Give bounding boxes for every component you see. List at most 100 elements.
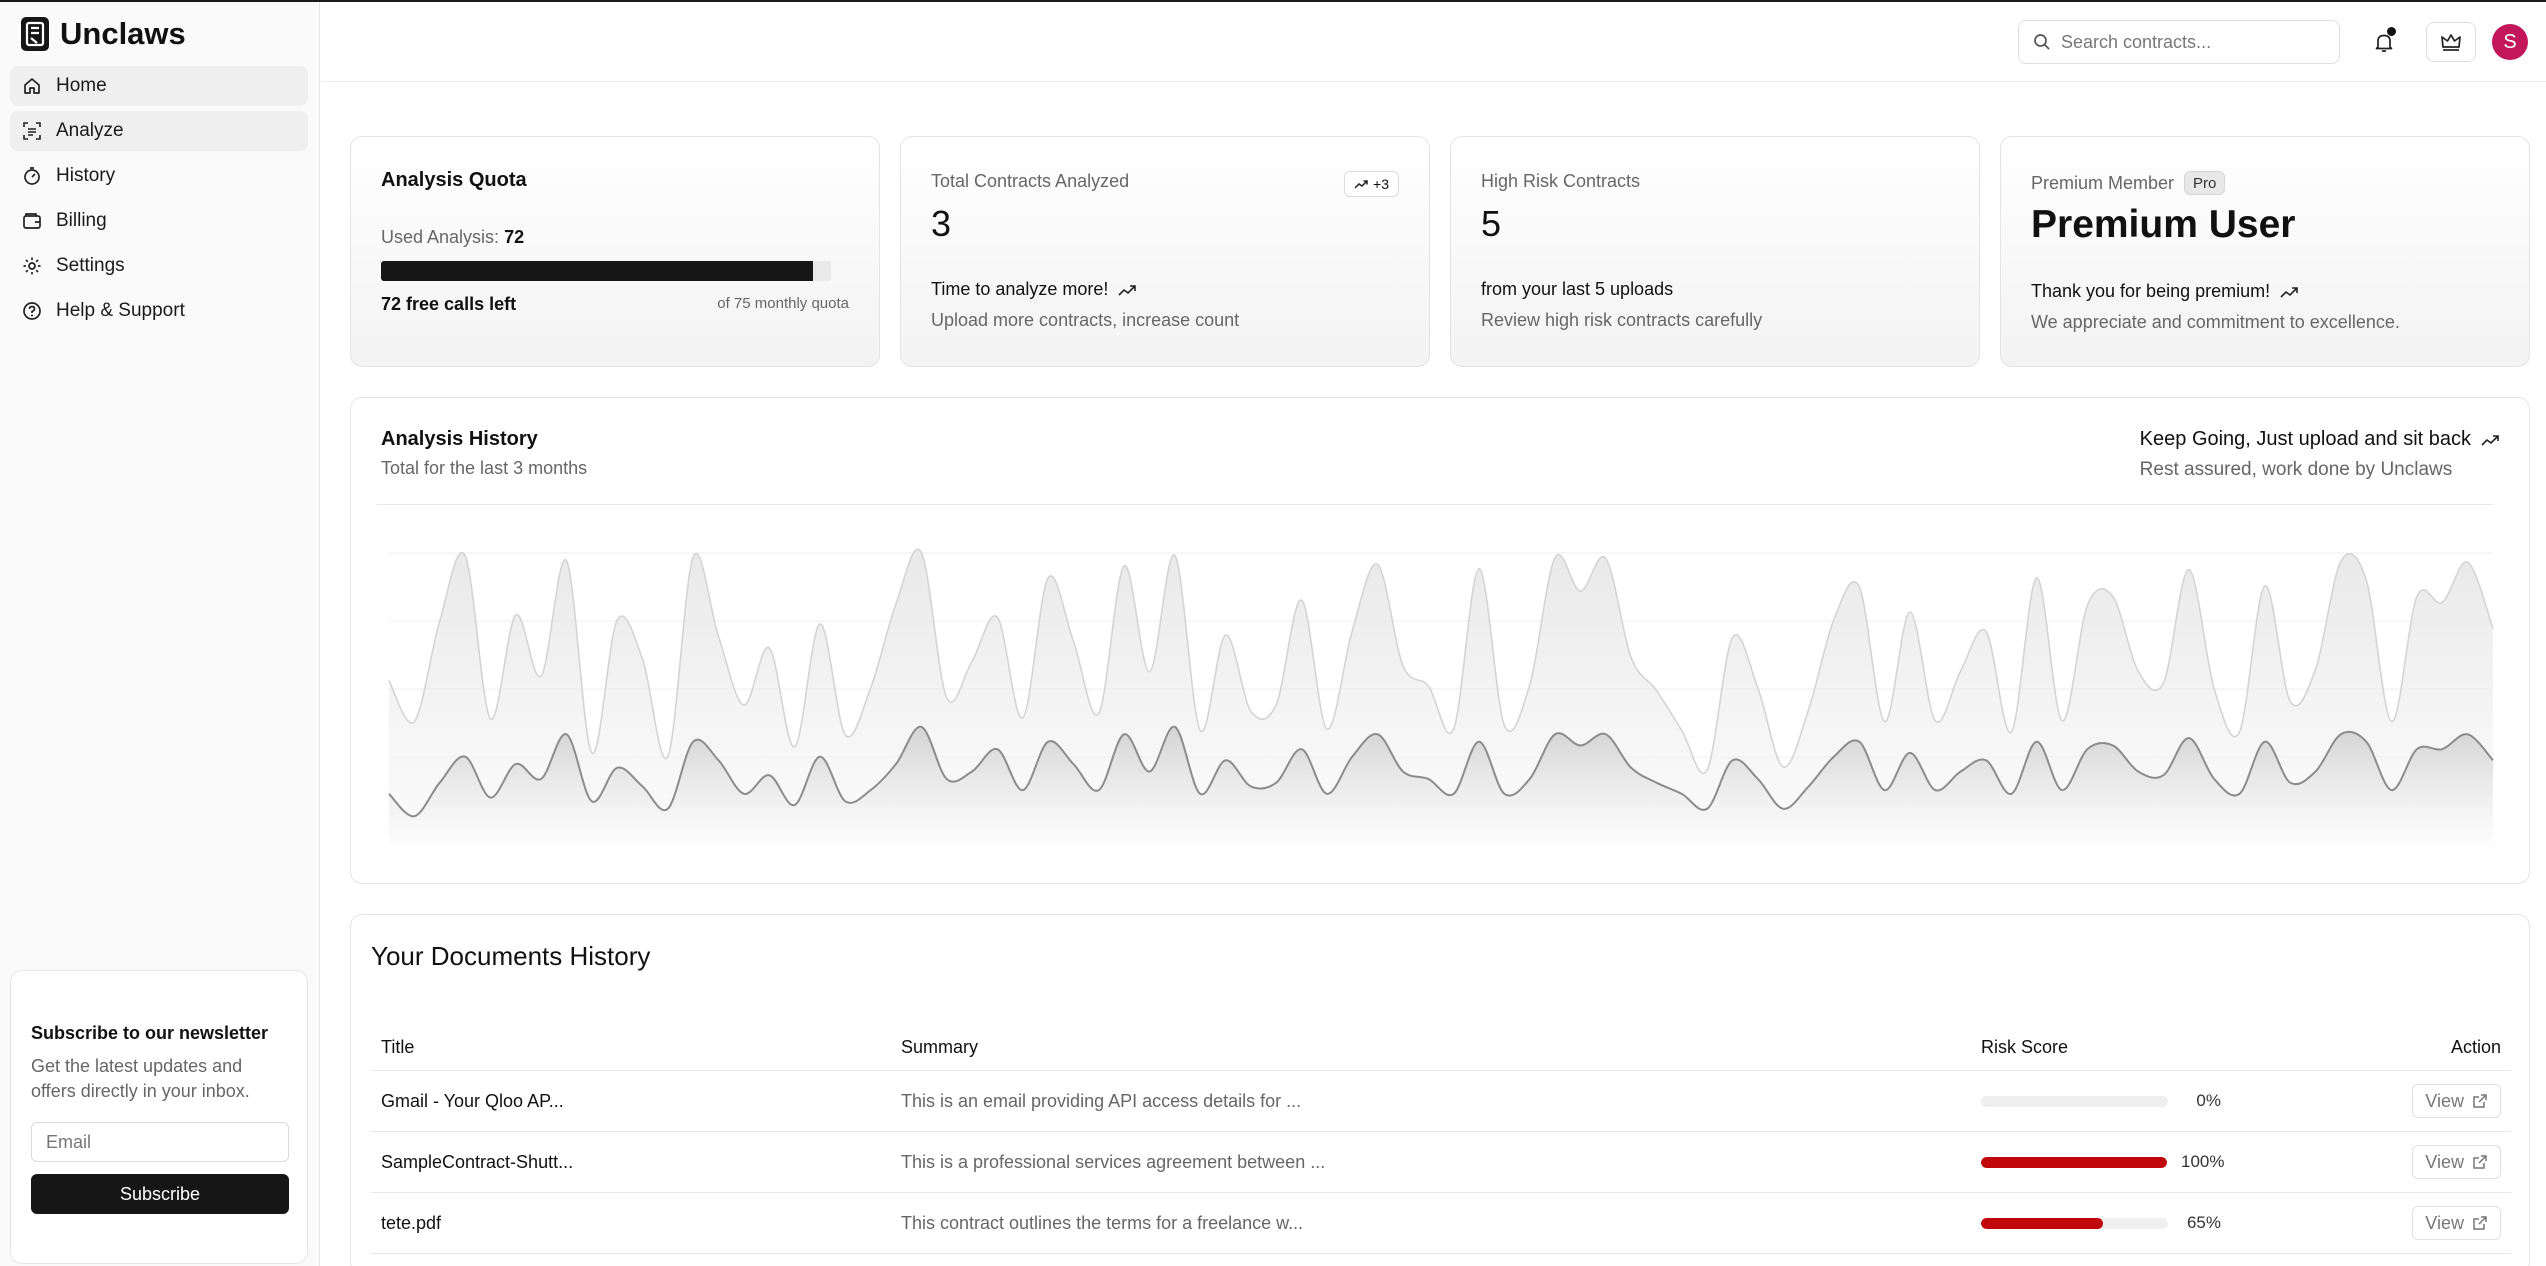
- header-summary: Summary: [901, 1037, 979, 1057]
- subscribe-button[interactable]: Subscribe: [31, 1174, 289, 1214]
- doc-risk-score: 100%: [1981, 1132, 2225, 1192]
- high-risk-value: 5: [1481, 203, 1502, 244]
- documents-history-title: Your Documents History: [371, 941, 651, 971]
- risk-bar-fill: [1981, 1156, 2167, 1168]
- doc-action: View: [2412, 1193, 2501, 1253]
- premium-label-text: Premium Member: [2031, 172, 2175, 193]
- doc-summary: This contract outlines the terms for a f…: [901, 1212, 1304, 1233]
- table-header: Title Summary Risk Score Action: [371, 1025, 2511, 1071]
- search-box[interactable]: [2018, 20, 2340, 64]
- pro-badge: Pro: [2184, 171, 2226, 195]
- newsletter-text: Get the latest updates and offers direct…: [31, 1056, 250, 1101]
- premium-button[interactable]: [2426, 22, 2476, 62]
- documents-history-card: Your Documents History Title Summary Ris…: [350, 914, 2530, 1266]
- premium-sub: We appreciate and commitment to excellen…: [2031, 312, 2400, 332]
- home-icon: [24, 78, 40, 94]
- risk-bar: [1981, 1156, 2167, 1168]
- gear-icon: [23, 257, 41, 275]
- analysis-quota-card: Analysis Quota Used Analysis: 72 72 free…: [350, 136, 880, 367]
- doc-risk-score: 65%: [1981, 1193, 2221, 1253]
- sidebar-item-label: Help & Support: [56, 300, 185, 321]
- doc-title: SampleContract-Shutt...: [381, 1151, 574, 1172]
- timer-icon: [24, 167, 40, 185]
- total-contracts-card: Total Contracts Analyzed +3 3 Time to an…: [900, 136, 1430, 367]
- premium-line: Thank you for being premium!: [2031, 281, 2298, 302]
- analyze-icon: [23, 122, 41, 140]
- risk-bar: [1981, 1217, 2169, 1229]
- premium-user-value: Premium User: [2031, 203, 2296, 246]
- table-body: Gmail - Your Qloo AP... This is an email …: [371, 1071, 2511, 1254]
- view-button[interactable]: View: [2412, 1206, 2501, 1240]
- doc-action: View: [2412, 1071, 2501, 1131]
- documents-table: Title Summary Risk Score Action Gmail - …: [371, 1025, 2511, 1254]
- trending-up-icon: [1118, 284, 1137, 296]
- sidebar-item-label: Home: [56, 75, 107, 96]
- risk-percent: 0%: [2196, 1091, 2221, 1110]
- high-risk-line: from your last 5 uploads: [1481, 279, 1673, 300]
- doc-title: tete.pdf: [381, 1212, 442, 1233]
- quota-of-monthly: of 75 monthly quota: [717, 295, 849, 312]
- quota-progress-bar: [381, 261, 831, 281]
- doc-summary: This is a professional services agreemen…: [901, 1151, 1326, 1172]
- risk-bar-fill: [1981, 1217, 2103, 1229]
- newsletter-card: Subscribe to our newsletter Get the late…: [10, 970, 308, 1264]
- analysis-history-chart: [388, 548, 2494, 846]
- newsletter-email-input[interactable]: [31, 1122, 289, 1162]
- top-header: S: [321, 2, 2546, 82]
- risk-bar: [1981, 1095, 2169, 1107]
- notification-dot: [2387, 27, 2396, 36]
- quota-used-label: Used Analysis:: [381, 227, 500, 247]
- view-button-label: View: [2425, 1090, 2464, 1111]
- high-risk-sub: Review high risk contracts carefully: [1481, 310, 1763, 330]
- sidebar-item-help[interactable]: Help & Support: [10, 291, 308, 331]
- sidebar-item-home[interactable]: Home: [10, 66, 308, 106]
- notifications-button[interactable]: [2366, 24, 2402, 60]
- crown-icon: [2441, 34, 2461, 51]
- trend-badge: +3: [1344, 171, 1399, 197]
- risk-percent: 100%: [2181, 1152, 2225, 1171]
- brand[interactable]: Unclaws: [20, 16, 186, 52]
- quota-free-left: 72 free calls left: [381, 294, 517, 314]
- search-input[interactable]: [2061, 31, 2331, 53]
- help-circle-icon: [23, 302, 41, 320]
- view-button-label: View: [2425, 1212, 2464, 1233]
- quota-title: Analysis Quota: [381, 169, 527, 191]
- wallet-icon: [23, 213, 41, 229]
- sidebar-item-label: Billing: [56, 210, 107, 231]
- logo-icon: [21, 17, 49, 51]
- doc-risk-score: 0%: [1981, 1071, 2221, 1131]
- quota-used-value: 72: [504, 227, 525, 247]
- high-risk-line-text: from your last 5 uploads: [1481, 279, 1674, 299]
- quota-used: Used Analysis: 72: [381, 227, 524, 248]
- sidebar-item-analyze[interactable]: Analyze: [10, 111, 308, 151]
- quota-progress-fill: [381, 261, 813, 281]
- app-name: Unclaws: [60, 16, 186, 51]
- sidebar-item-history[interactable]: History: [10, 156, 308, 196]
- view-button[interactable]: View: [2412, 1145, 2501, 1179]
- premium-label: Premium Member Pro: [2031, 171, 2226, 195]
- sidebar-item-billing[interactable]: Billing: [10, 201, 308, 241]
- avatar[interactable]: S: [2492, 24, 2528, 60]
- total-contracts-line-text: Time to analyze more!: [931, 279, 1109, 299]
- risk-percent: 65%: [2186, 1213, 2221, 1232]
- sidebar-item-label: Analyze: [56, 120, 124, 141]
- sidebar-item-label: Settings: [56, 255, 125, 276]
- sidebar-nav: Home Analyze History Billing Settings He…: [10, 66, 308, 336]
- table-row[interactable]: SampleContract-Shutt... This is a profess…: [371, 1132, 2511, 1193]
- view-button[interactable]: View: [2412, 1084, 2501, 1118]
- total-contracts-line: Time to analyze more!: [931, 279, 1137, 300]
- trending-up-icon: [2280, 286, 2298, 298]
- chart-series: [388, 548, 2494, 846]
- table-row[interactable]: tete.pdf This contract outlines the terms…: [371, 1193, 2511, 1254]
- high-risk-card: High Risk Contracts 5 from your last 5 u…: [1450, 136, 1980, 367]
- sidebar-item-label: History: [56, 165, 116, 186]
- high-risk-label: High Risk Contracts: [1481, 171, 1641, 191]
- sidebar-item-settings[interactable]: Settings: [10, 246, 308, 286]
- header-action: Action: [2450, 1037, 2501, 1057]
- table-row[interactable]: Gmail - Your Qloo AP... This is an email …: [371, 1071, 2511, 1132]
- view-button-label: View: [2425, 1151, 2464, 1172]
- header-risk-score: Risk Score: [1981, 1037, 2069, 1057]
- trend-badge-value: +3: [1373, 176, 1389, 192]
- newsletter-title: Subscribe to our newsletter: [31, 1023, 269, 1043]
- analysis-history-card: Analysis History Total for the last 3 mo…: [350, 397, 2530, 884]
